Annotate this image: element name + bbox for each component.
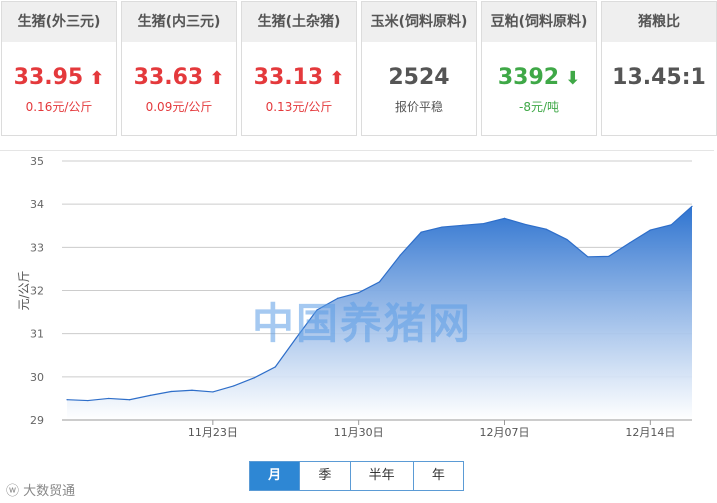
weibo-tag-label: 大数贸通 [23, 484, 76, 499]
card-change: -8元/吨 [518, 100, 559, 114]
data-point [253, 377, 256, 379]
weibo-tag: ⓦ 大数贸通 [6, 480, 75, 499]
arrow-down-icon: ⬇ [565, 68, 581, 89]
tab-季[interactable]: 季 [300, 462, 351, 490]
card-change: 0.13元/公斤 [265, 100, 333, 114]
card-change: 报价平稳 [394, 100, 443, 114]
card-value: 33.63 ⬆ [122, 65, 236, 91]
x-tick-label: 12月07日 [480, 426, 530, 439]
watermark-brand: 中国养猪网 [252, 299, 473, 348]
price-card[interactable]: 豆粕(饲料原料) 3392 ⬇ -8元/吨 [481, 1, 597, 136]
data-point [608, 255, 610, 257]
data-point [212, 391, 214, 393]
data-point [66, 399, 68, 401]
y-tick-label: 31 [30, 328, 44, 341]
data-point [691, 205, 693, 207]
data-point [587, 256, 589, 258]
card-value-number: 33.95 [13, 65, 84, 90]
x-tick-label: 11月23日 [188, 426, 238, 439]
price-card[interactable]: 生猪(内三元) 33.63 ⬆ 0.09元/公斤 [121, 1, 237, 136]
data-point [233, 385, 235, 387]
data-point [566, 238, 568, 241]
data-point [524, 223, 526, 226]
card-value: 33.95 ⬆ [2, 65, 116, 91]
data-point [87, 399, 89, 402]
tab-年[interactable]: 年 [413, 462, 463, 490]
arrow-up-icon: ⬆ [209, 68, 225, 89]
period-tabs: 月季半年年 [249, 461, 464, 491]
card-label: 豆粕(饲料原料) [482, 2, 596, 42]
y-tick-label: 32 [30, 285, 44, 298]
data-point [274, 366, 276, 368]
card-value-number: 3392 [497, 65, 560, 90]
data-point [191, 389, 193, 391]
card-value-number: 33.63 [133, 65, 204, 90]
data-point [170, 390, 172, 393]
y-axis-label: 元/公斤 [17, 270, 31, 310]
arrow-up-icon: ⬆ [89, 68, 105, 89]
data-point [149, 394, 151, 396]
card-value-number: 13.45:1 [612, 65, 706, 90]
y-tick-label: 30 [30, 371, 44, 384]
card-label: 生猪(土杂猪) [242, 2, 356, 42]
arrow-up-icon: ⬆ [329, 68, 345, 89]
x-tick-label: 12月14日 [625, 426, 675, 439]
data-point [483, 222, 485, 225]
card-label: 生猪(外三元) [2, 2, 116, 42]
price-card[interactable]: 玉米(饲料原料) 2524 报价平稳 [361, 1, 477, 136]
card-label: 猪粮比 [602, 2, 716, 42]
card-label: 生猪(内三元) [122, 2, 236, 42]
data-point [420, 231, 422, 233]
card-label: 玉米(饲料原料) [362, 2, 476, 42]
price-card[interactable]: 猪粮比 13.45:1 [601, 1, 717, 136]
data-point [128, 399, 131, 401]
x-tick-label: 11月30日 [334, 426, 384, 439]
card-value-number: 33.13 [253, 65, 324, 90]
tab-半年[interactable]: 半年 [350, 462, 414, 490]
y-tick-label: 29 [30, 414, 44, 427]
y-tick-label: 35 [30, 155, 44, 168]
weibo-icon: ⓦ [6, 484, 20, 499]
data-point [462, 224, 464, 226]
y-tick-label: 34 [30, 198, 44, 211]
data-point [378, 281, 381, 283]
data-point [441, 226, 443, 228]
tab-月[interactable]: 月 [250, 462, 301, 490]
data-point [399, 254, 401, 256]
card-value: 2524 [362, 65, 476, 91]
card-change: 0.09元/公斤 [145, 100, 213, 114]
data-point [649, 229, 651, 231]
card-change [602, 99, 716, 115]
data-point [108, 397, 110, 400]
card-value: 13.45:1 [602, 65, 716, 91]
data-point [670, 224, 672, 226]
price-card[interactable]: 生猪(土杂猪) 33.13 ⬆ 0.13元/公斤 [241, 1, 357, 136]
card-value-number: 2524 [388, 65, 450, 90]
data-point [503, 217, 506, 220]
card-change: 0.16元/公斤 [25, 100, 93, 114]
y-tick-label: 33 [30, 241, 44, 254]
card-value: 33.13 ⬆ [242, 65, 356, 91]
data-point [545, 228, 547, 230]
price-card[interactable]: 生猪(外三元) 33.95 ⬆ 0.16元/公斤 [1, 1, 117, 136]
card-value: 3392 ⬇ [482, 65, 596, 91]
data-point [628, 242, 631, 244]
